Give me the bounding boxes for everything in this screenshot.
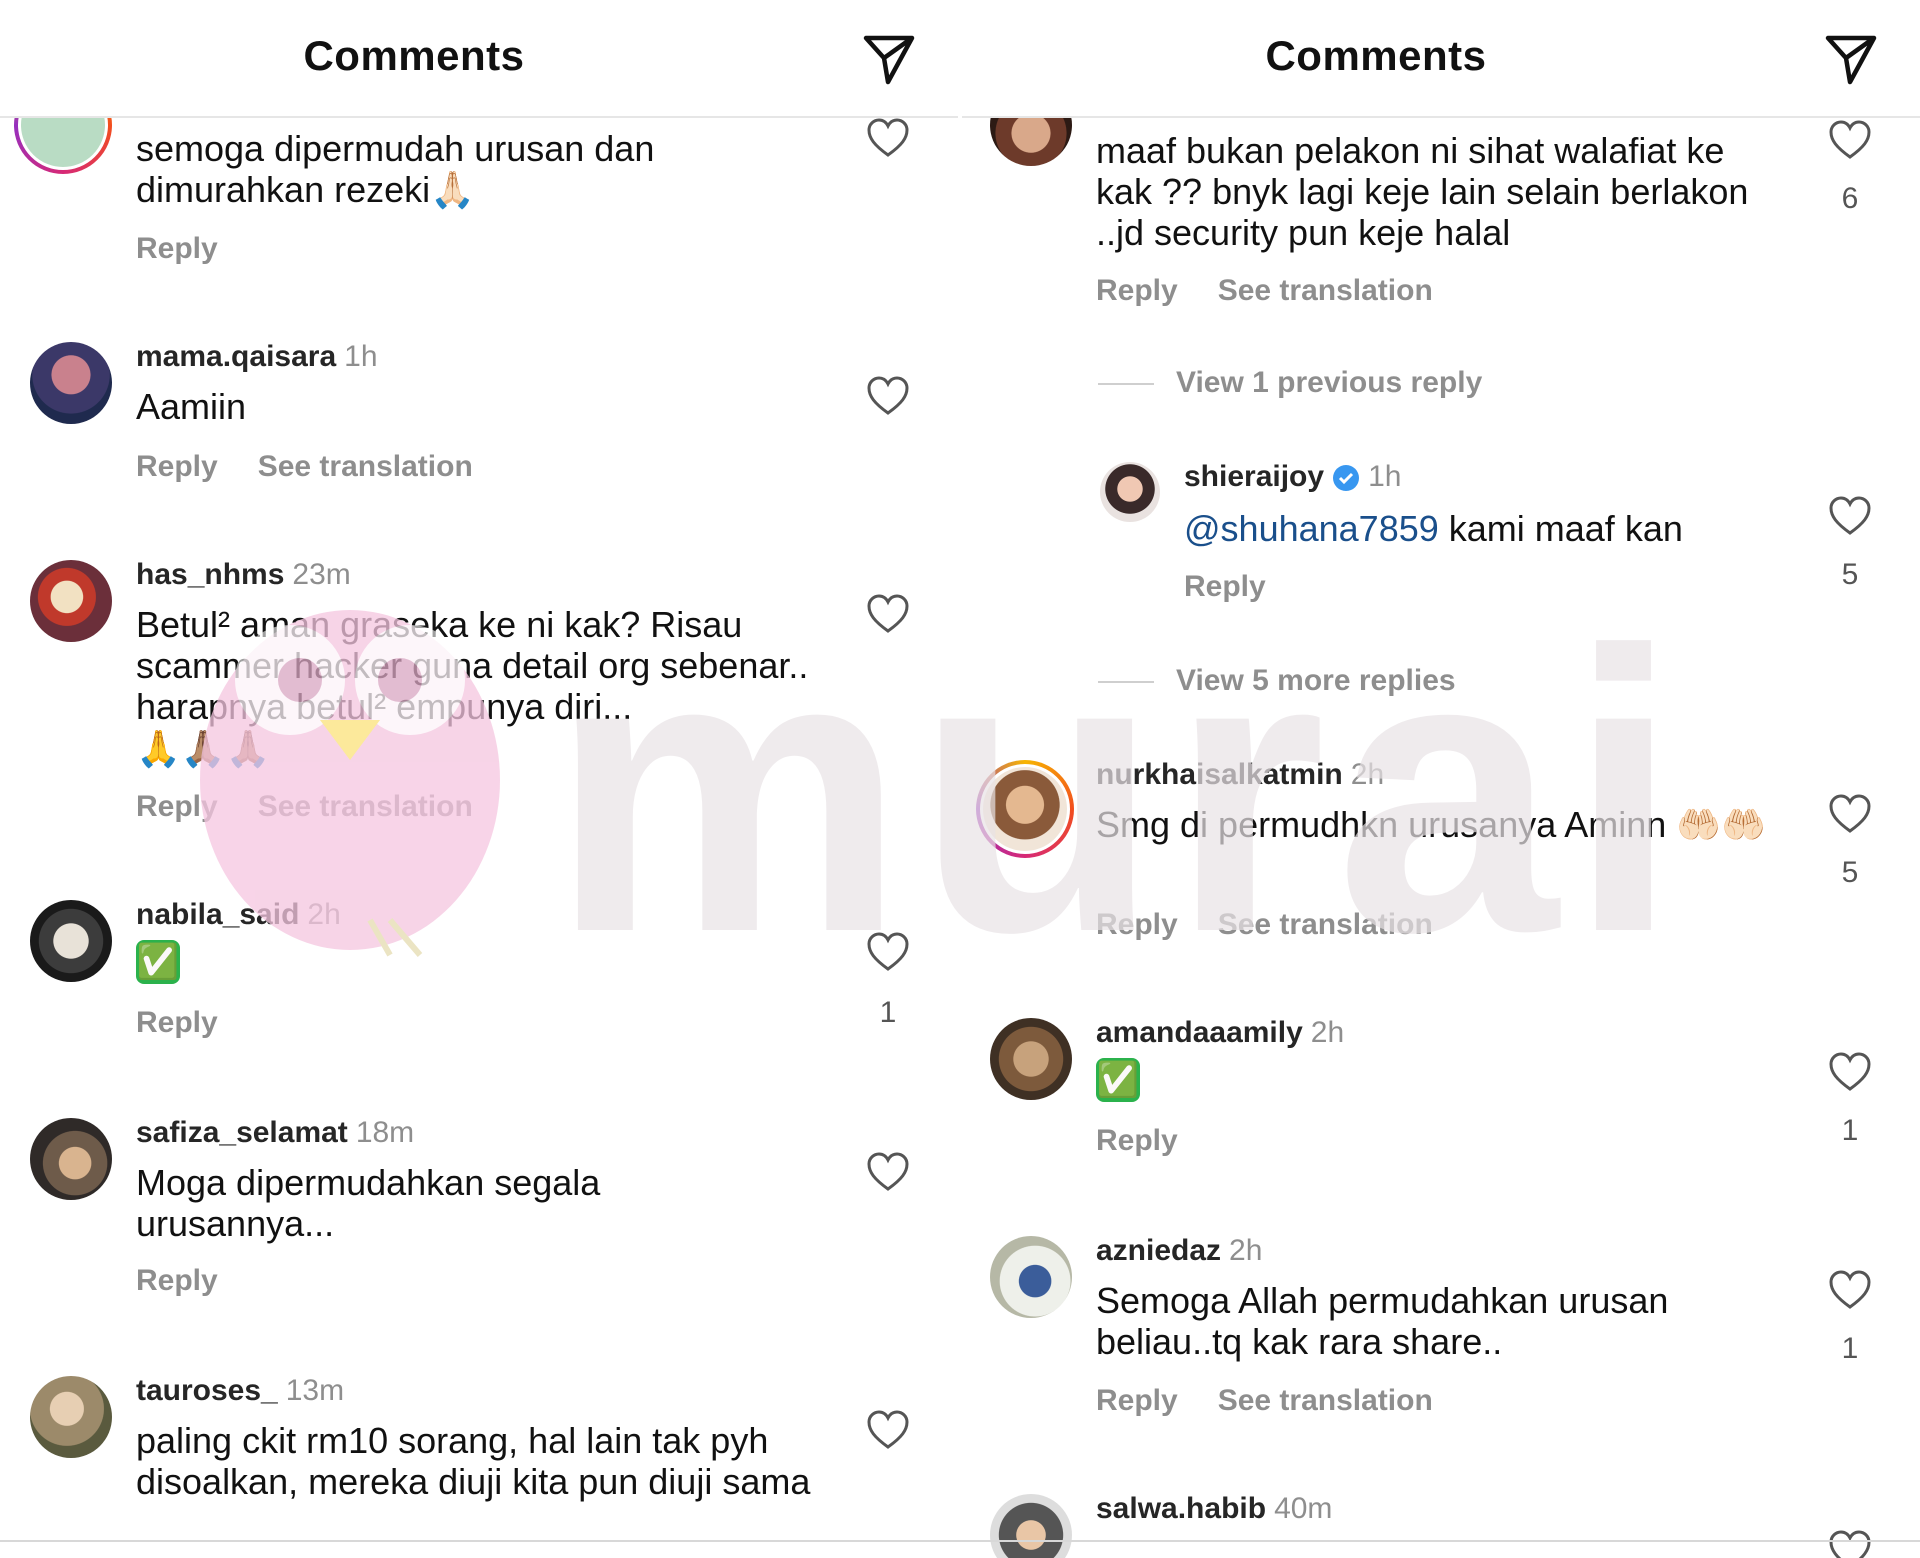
verified-badge-icon bbox=[1333, 465, 1360, 492]
view-more-replies-button[interactable]: View 5 more replies bbox=[1098, 664, 1456, 698]
heart-icon[interactable] bbox=[866, 118, 910, 158]
mention-link[interactable]: @shuhana7859 bbox=[1184, 508, 1439, 549]
timestamp: 2h bbox=[1350, 758, 1385, 791]
username[interactable]: safiza_selamat bbox=[136, 1116, 348, 1149]
like-count: 6 bbox=[1841, 182, 1859, 215]
send-icon[interactable] bbox=[858, 28, 918, 88]
timestamp: 1h bbox=[1368, 460, 1402, 493]
comment-text: maaf bukan pelakon ni sihat walafiat ke … bbox=[1096, 130, 1749, 253]
see-translation-button[interactable]: See translation bbox=[1218, 1384, 1433, 1417]
comment-text: semoga dipermudah urusan dan dimurahkan … bbox=[136, 128, 655, 210]
heart-icon[interactable] bbox=[1828, 120, 1872, 160]
reply-button[interactable]: Reply bbox=[136, 1006, 218, 1039]
like-count: 5 bbox=[1841, 856, 1859, 889]
heart-icon[interactable] bbox=[866, 1152, 910, 1192]
reply-button[interactable]: Reply bbox=[136, 232, 218, 265]
heart-icon[interactable] bbox=[866, 594, 910, 634]
timestamp: 2h bbox=[1310, 1016, 1345, 1049]
avatar[interactable] bbox=[30, 900, 112, 982]
reply-button[interactable]: Reply bbox=[1096, 1124, 1178, 1157]
avatar[interactable] bbox=[30, 1376, 112, 1458]
heart-icon[interactable] bbox=[866, 932, 910, 972]
username[interactable]: amandaaamily bbox=[1096, 1016, 1303, 1049]
reply-button[interactable]: Reply bbox=[136, 450, 218, 483]
check-emoji: ✅ bbox=[1096, 1058, 1140, 1102]
comment-text: ✅ bbox=[1096, 1058, 1140, 1102]
comment-text: Betul² aman graseka ke ni kak? Risau sca… bbox=[136, 604, 809, 727]
comments-header: Comments bbox=[0, 0, 958, 118]
comment-text: paling ckit rm10 sorang, hal lain tak py… bbox=[136, 1420, 811, 1502]
comment-text: ✅ bbox=[136, 940, 180, 984]
see-translation-button[interactable]: See translation bbox=[258, 790, 473, 823]
avatar[interactable] bbox=[1100, 462, 1160, 522]
username[interactable]: nurkhaisalkatmin bbox=[1096, 758, 1343, 791]
comment-text: Moga dipermudahkan segala urusannya... bbox=[136, 1162, 601, 1244]
see-translation-button[interactable]: See translation bbox=[258, 450, 473, 483]
reply-button[interactable]: Reply bbox=[136, 1264, 218, 1297]
divider bbox=[1098, 383, 1154, 386]
heart-icon[interactable] bbox=[1828, 1530, 1872, 1558]
comment-text: kami maaf kan bbox=[1438, 508, 1683, 549]
like-count: 1 bbox=[1841, 1114, 1859, 1147]
username[interactable]: has_nhms bbox=[136, 558, 284, 591]
heart-icon[interactable] bbox=[1828, 1052, 1872, 1092]
username[interactable]: shieraijoy bbox=[1184, 460, 1324, 493]
heart-icon[interactable] bbox=[1828, 1270, 1872, 1310]
see-translation-button[interactable]: See translation bbox=[1218, 274, 1433, 307]
view-more-label: View 5 more replies bbox=[1176, 664, 1456, 697]
bottom-divider bbox=[0, 1540, 1920, 1542]
view-previous-label: View 1 previous reply bbox=[1176, 366, 1483, 399]
reply-button[interactable]: Reply bbox=[1096, 274, 1178, 307]
like-count: 1 bbox=[1841, 1332, 1859, 1365]
username[interactable]: salwa.habib bbox=[1096, 1492, 1266, 1525]
like-count: 5 bbox=[1841, 558, 1859, 591]
timestamp: 2h bbox=[1229, 1234, 1263, 1267]
timestamp: 40m bbox=[1274, 1492, 1333, 1525]
heart-icon[interactable] bbox=[866, 376, 910, 416]
comment-text: Aamiin bbox=[136, 386, 247, 427]
send-icon[interactable] bbox=[1820, 28, 1880, 88]
avatar[interactable] bbox=[30, 342, 112, 424]
heart-icon[interactable] bbox=[1828, 794, 1872, 834]
timestamp: 18m bbox=[355, 1116, 415, 1149]
divider bbox=[1098, 681, 1154, 684]
comment-text: Smg di permudhkn urusanya Aminn 🤲🏻🤲🏻 bbox=[1096, 804, 1766, 845]
like-count: 1 bbox=[879, 996, 897, 1029]
avatar[interactable] bbox=[990, 1018, 1072, 1100]
comments-header: Comments bbox=[962, 0, 1920, 118]
page-title: Comments bbox=[303, 32, 525, 79]
avatar[interactable] bbox=[30, 560, 112, 642]
username[interactable]: azniedaz bbox=[1096, 1234, 1221, 1267]
heart-icon[interactable] bbox=[866, 1410, 910, 1450]
comments-panel-right: Comments maaf bukan pelakon ni sihat wal… bbox=[962, 0, 1920, 1558]
emoji-row: 🙏🙏🏽🙏🏽 bbox=[136, 728, 271, 769]
timestamp: 13m bbox=[285, 1374, 345, 1407]
username[interactable]: tauroses_ bbox=[136, 1374, 278, 1407]
view-previous-replies-button[interactable]: View 1 previous reply bbox=[1098, 366, 1482, 400]
username[interactable]: nabila_said bbox=[136, 898, 299, 931]
avatar[interactable] bbox=[990, 1494, 1072, 1558]
reply-button[interactable]: Reply bbox=[1096, 1384, 1178, 1417]
avatar[interactable] bbox=[976, 760, 1074, 858]
username[interactable]: mama.qaisara bbox=[136, 340, 336, 373]
reply-button[interactable]: Reply bbox=[136, 790, 218, 823]
avatar[interactable] bbox=[990, 1236, 1072, 1318]
check-emoji: ✅ bbox=[136, 940, 180, 984]
comment-text: Semoga Allah permudahkan urusan beliau..… bbox=[1096, 1280, 1669, 1362]
reply-button[interactable]: Reply bbox=[1184, 570, 1266, 603]
avatar[interactable] bbox=[30, 1118, 112, 1200]
comments-panel-left: Comments semoga dipermudah urusan dan di… bbox=[0, 0, 958, 1558]
page-title: Comments bbox=[1265, 32, 1487, 79]
see-translation-button[interactable]: See translation bbox=[1218, 908, 1433, 941]
heart-icon[interactable] bbox=[1828, 496, 1872, 536]
timestamp: 23m bbox=[292, 558, 351, 591]
reply-button[interactable]: Reply bbox=[1096, 908, 1178, 941]
timestamp: 2h bbox=[307, 898, 341, 931]
timestamp: 1h bbox=[344, 340, 378, 373]
